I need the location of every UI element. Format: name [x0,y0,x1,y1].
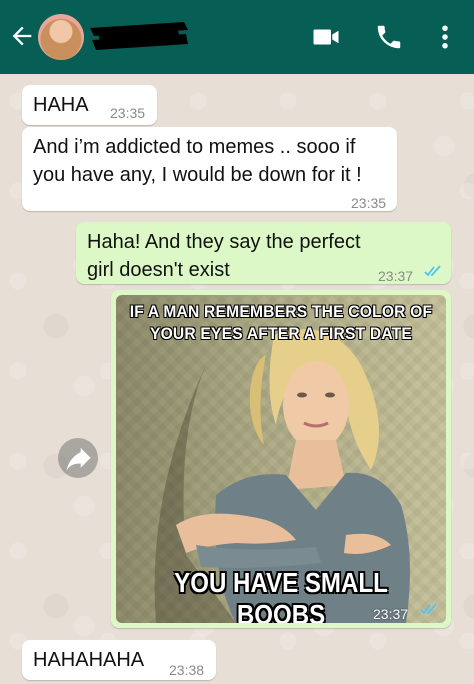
outgoing-message-bubble[interactable]: Haha! And they say the perfect girl does… [76,222,451,284]
message-time: 23:35 [110,105,146,121]
message-time: 23:37 [373,606,409,622]
message-time: 23:37 [378,268,414,284]
back-arrow-icon[interactable] [8,22,36,50]
incoming-message-bubble[interactable]: HAHAHAHA 23:38 [22,640,216,680]
voice-call-icon[interactable] [374,22,404,52]
chat-header [0,0,474,74]
message-text: HAHAHAHA [33,649,145,671]
avatar[interactable] [38,14,84,60]
forward-button[interactable] [58,438,98,478]
outgoing-image-message[interactable]: IF A MAN REMEMBERS THE COLOR OF YOUR EYE… [111,290,451,628]
message-text: HAHA [33,94,89,116]
message-time: 23:38 [169,662,205,678]
read-receipt-icon [424,265,441,277]
message-text: Haha! And they say the perfect girl does… [87,231,361,281]
message-text: And i’m addicted to memes .. sooo if you… [33,136,362,186]
meme-image[interactable]: IF A MAN REMEMBERS THE COLOR OF YOUR EYE… [116,295,446,623]
message-time: 23:35 [351,195,387,211]
contact-name-redacted[interactable] [88,18,190,54]
video-call-icon[interactable] [311,22,341,52]
incoming-message-bubble[interactable]: And i’m addicted to memes .. sooo if you… [22,127,397,211]
read-receipt-icon [420,603,437,615]
more-options-icon[interactable] [430,22,460,52]
forward-icon [66,447,91,471]
incoming-message-bubble[interactable]: HAHA 23:35 [22,85,157,125]
meme-top-caption: IF A MAN REMEMBERS THE COLOR OF YOUR EYE… [129,302,433,343]
